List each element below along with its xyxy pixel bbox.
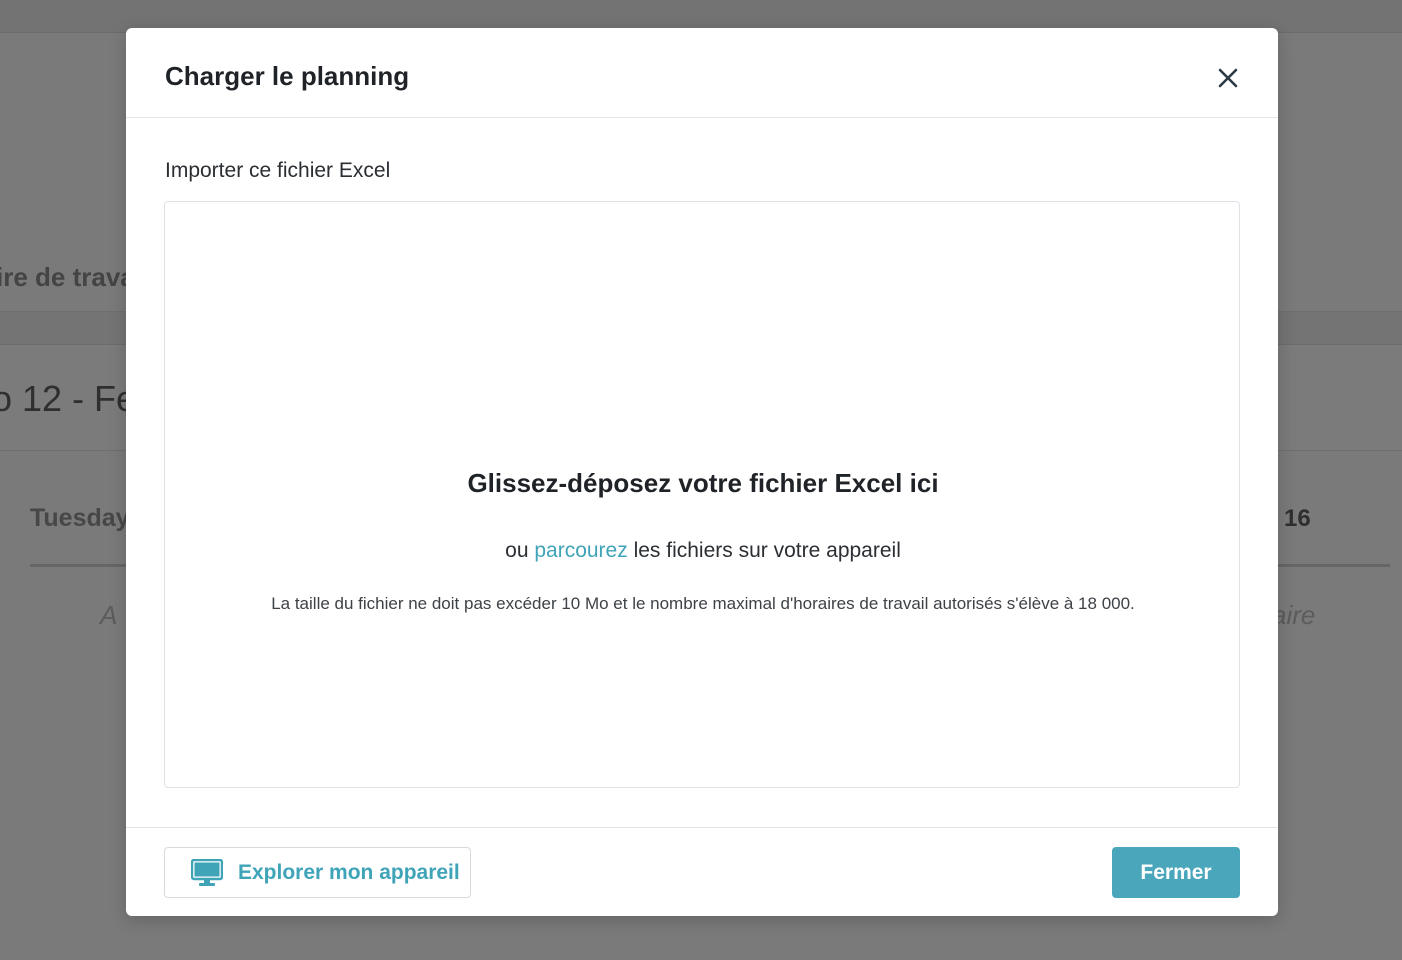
explore-device-label: Explorer mon appareil	[238, 860, 460, 884]
background-add-left: A	[100, 600, 118, 630]
upload-planning-modal: Charger le planning Importer ce fichier …	[126, 28, 1278, 916]
modal-header: Charger le planning	[126, 28, 1278, 118]
dropzone-sub-prefix: ou	[505, 539, 529, 562]
dropzone-size-note: La taille du fichier ne doit pas excéder…	[271, 594, 1135, 613]
background-day-number: 16	[1284, 505, 1311, 532]
browse-link[interactable]: parcourez	[534, 539, 627, 562]
background-add-right: aire	[1272, 600, 1316, 630]
dropzone-title: Glissez-déposez votre fichier Excel ici	[467, 468, 939, 498]
close-icon	[1218, 68, 1238, 88]
explore-device-button[interactable]: Explorer mon appareil	[164, 847, 471, 898]
dropzone-subtitle: ou parcourez les fichiers sur votre appa…	[165, 539, 1241, 563]
close-modal-button[interactable]: Fermer	[1112, 847, 1240, 898]
background-day-label: Tuesday	[30, 504, 130, 532]
monitor-icon	[191, 858, 223, 887]
modal-title: Charger le planning	[165, 61, 410, 91]
file-dropzone[interactable]: Glissez-déposez votre fichier Excel ici …	[164, 201, 1240, 788]
background-tab-label: ire de trava	[0, 262, 135, 292]
import-label: Importer ce fichier Excel	[165, 159, 391, 182]
close-button[interactable]	[1212, 62, 1244, 94]
dropzone-sub-suffix: les fichiers sur votre appareil	[633, 539, 901, 562]
modal-footer: Explorer mon appareil Fermer	[126, 827, 1278, 916]
background-week-title: o 12 - Fe	[0, 378, 137, 419]
